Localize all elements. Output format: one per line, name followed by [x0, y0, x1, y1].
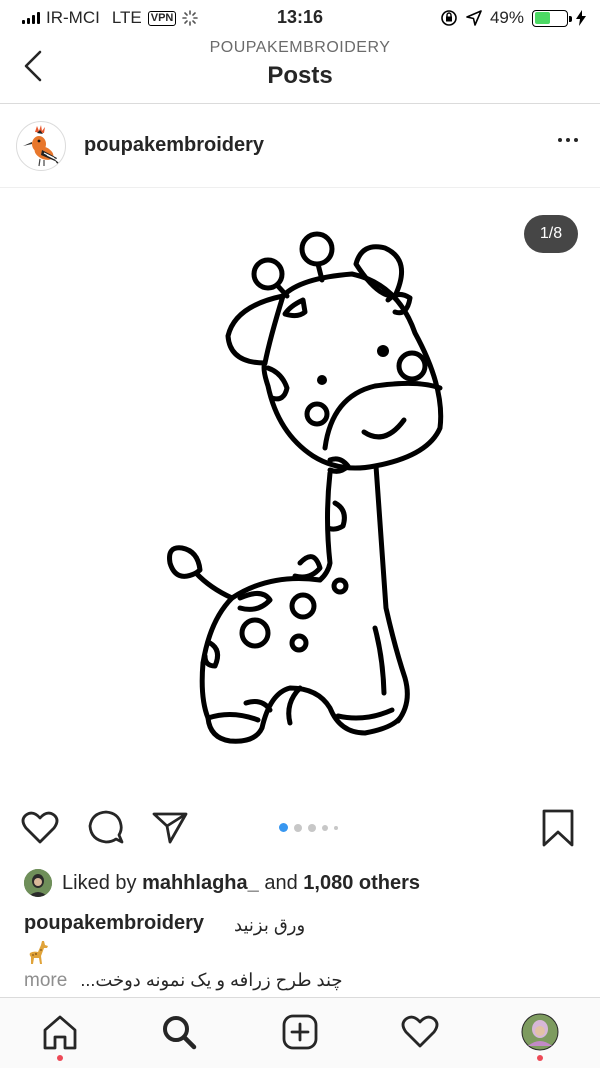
tab-bar [0, 997, 600, 1068]
likes-and: and [264, 871, 298, 894]
post-username[interactable]: poupakembroidery [84, 134, 264, 157]
page-title: Posts [267, 62, 333, 89]
carousel-dot-active [279, 823, 288, 832]
location-arrow-icon [466, 10, 482, 26]
send-icon[interactable] [150, 808, 190, 848]
comment-icon[interactable] [86, 808, 126, 848]
likes-prefix: Liked by [62, 871, 137, 894]
orientation-lock-icon [441, 10, 457, 26]
carousel-dot [334, 825, 338, 830]
battery-icon [532, 9, 572, 27]
more-horizontal-icon[interactable] [558, 138, 578, 142]
carousel-dot [294, 823, 302, 832]
post-header: poupakembroidery [0, 104, 600, 188]
caption-username[interactable]: poupakembroidery [24, 912, 204, 935]
carousel-dot [308, 823, 316, 832]
giraffe-emoji-icon [29, 941, 48, 964]
carousel-counter: 1/8 [524, 215, 578, 253]
activity-icon[interactable] [400, 1012, 440, 1052]
hoopoe-bird-logo [23, 125, 63, 168]
caption-text: ورق بزنید [234, 915, 306, 935]
liker-avatar-image [24, 869, 52, 897]
nav-header: POUPAKEMBROIDERY Posts [0, 34, 600, 104]
nav-subtitle: POUPAKEMBROIDERY [209, 39, 391, 56]
caption-text-line2: چند طرح زرافه و یک نمونه دوخت... [80, 970, 343, 990]
home-notification-dot [57, 1055, 63, 1061]
new-post-icon[interactable] [280, 1012, 320, 1052]
carousel-indicator [279, 823, 338, 832]
charging-bolt-icon [576, 10, 586, 26]
bookmark-icon[interactable] [538, 808, 578, 848]
likes-count[interactable]: 1,080 others [303, 872, 420, 895]
caption-second-line: more چند طرح زرافه و یک نمونه دوخت... [24, 970, 404, 992]
home-icon[interactable] [40, 1012, 80, 1052]
likes-summary[interactable]: Liked by mahhlagha_ and 1,080 others [24, 868, 420, 898]
search-icon[interactable] [159, 1012, 199, 1052]
caption-more-link[interactable]: more [24, 970, 67, 991]
status-bar: IR-MCI LTE VPN 13:16 49% [0, 0, 600, 34]
giraffe-drawing [167, 231, 444, 744]
profile-notification-dot [537, 1055, 543, 1061]
battery-percent: 49% [489, 8, 524, 27]
avatar[interactable] [16, 121, 66, 171]
carousel-dot [322, 824, 328, 831]
liker-username[interactable]: mahhlagha_ [142, 872, 259, 895]
profile-icon[interactable] [520, 1012, 560, 1052]
post-actions [0, 796, 600, 860]
liker-avatar[interactable] [24, 869, 52, 897]
post-image[interactable]: 1/8 [0, 188, 600, 796]
heart-icon[interactable] [20, 808, 60, 848]
status-right: 49% [440, 8, 586, 28]
